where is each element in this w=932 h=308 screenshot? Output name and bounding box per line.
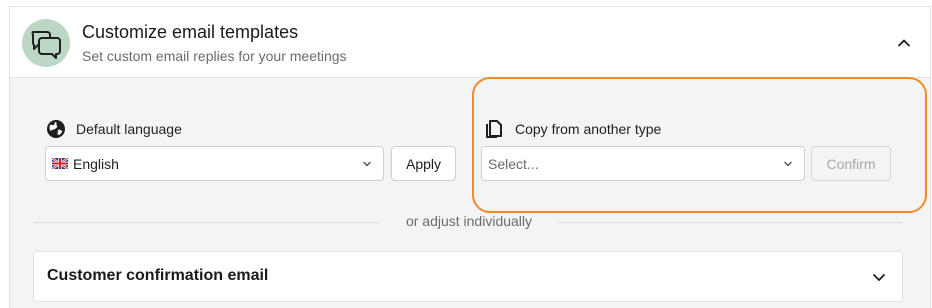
- chevron-down-icon: [873, 274, 885, 281]
- chevron-up-icon: [898, 39, 910, 47]
- apply-button[interactable]: Apply: [391, 146, 456, 181]
- panel-title: Customize email templates: [82, 22, 299, 42]
- divider-right: [558, 222, 903, 223]
- uk-flag-icon: [52, 158, 68, 169]
- panel-body: Default language English Apply Copy from…: [10, 77, 930, 308]
- customer-confirmation-accordion[interactable]: Customer confirmation email: [33, 251, 903, 302]
- copy-icon: [486, 120, 502, 138]
- collapse-button[interactable]: [894, 33, 914, 53]
- divider-left: [33, 222, 380, 223]
- globe-icon: [47, 120, 65, 138]
- chevron-down-icon: [784, 161, 792, 167]
- confirm-button[interactable]: Confirm: [811, 146, 891, 181]
- divider-text: or adjust individually: [380, 213, 558, 229]
- language-select-value: English: [73, 155, 119, 172]
- copy-type-placeholder: Select...: [488, 155, 539, 172]
- chevron-down-icon: [363, 161, 371, 167]
- language-select[interactable]: English: [45, 146, 384, 181]
- copy-from-highlight: [472, 77, 927, 213]
- copy-from-text: Copy from another type: [515, 121, 662, 137]
- default-language-label: Default language: [46, 119, 182, 139]
- email-templates-panel: Customize email templates Set custom ema…: [9, 6, 931, 308]
- header-avatar: [22, 19, 70, 67]
- chat-bubbles-icon: [31, 31, 61, 59]
- copy-type-select[interactable]: Select...: [481, 146, 805, 181]
- default-language-text: Default language: [76, 121, 182, 137]
- accordion-title: Customer confirmation email: [47, 267, 269, 284]
- panel-subtitle: Set custom email replies for your meetin…: [82, 48, 347, 64]
- copy-from-label: Copy from another type: [485, 119, 661, 139]
- panel-header[interactable]: Customize email templates Set custom ema…: [10, 7, 930, 78]
